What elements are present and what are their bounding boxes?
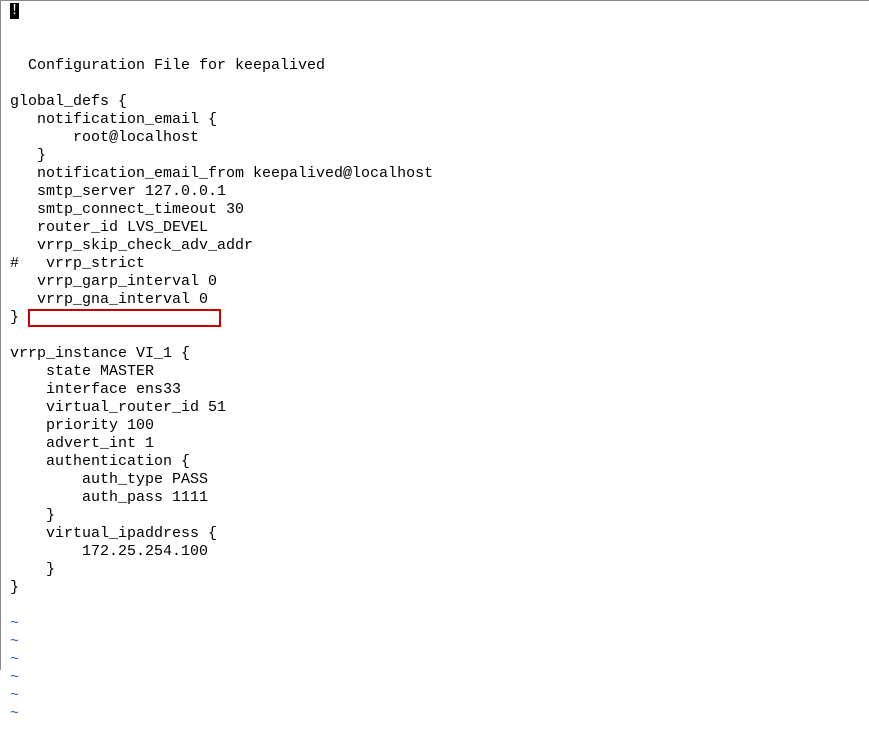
empty-line-tilde: ~: [1, 705, 869, 723]
editor-line: vrrp_garp_interval 0: [1, 273, 869, 291]
cursor: !: [10, 3, 19, 19]
editor-line: [1, 75, 869, 93]
empty-line-tilde: ~: [1, 615, 869, 633]
empty-line-tilde: ~: [1, 633, 869, 651]
editor-line: auth_pass 1111: [1, 489, 869, 507]
editor-line: vrrp_instance VI_1 {: [1, 345, 869, 363]
editor-line: advert_int 1: [1, 435, 869, 453]
text-editor[interactable]: ! Configuration File for keepalived glob…: [1, 1, 869, 741]
editor-line: root@localhost: [1, 129, 869, 147]
editor-line: auth_type PASS: [1, 471, 869, 489]
empty-line-tilde: ~: [1, 687, 869, 705]
editor-line: router_id LVS_DEVEL: [1, 219, 869, 237]
editor-line: virtual_ipaddress {: [1, 525, 869, 543]
editor-line: smtp_connect_timeout 30: [1, 201, 869, 219]
editor-line: Configuration File for keepalived: [1, 57, 869, 75]
editor-line: authentication {: [1, 453, 869, 471]
editor-line: }: [1, 147, 869, 165]
editor-line: vrrp_gna_interval 0: [1, 291, 869, 309]
editor-line: state MASTER: [1, 363, 869, 381]
editor-line: }: [1, 561, 869, 579]
editor-line: notification_email_from keepalived@local…: [1, 165, 869, 183]
editor-line: virtual_router_id 51: [1, 399, 869, 417]
empty-line-tilde: ~: [1, 651, 869, 669]
editor-content: Configuration File for keepalived global…: [1, 57, 869, 723]
editor-line: global_defs {: [1, 93, 869, 111]
editor-line: 172.25.254.100: [1, 543, 869, 561]
editor-line: priority 100: [1, 417, 869, 435]
editor-line: }: [1, 579, 869, 597]
editor-line: }: [1, 507, 869, 525]
editor-line: [1, 327, 869, 345]
empty-line-tilde: ~: [1, 669, 869, 687]
editor-line: [1, 597, 869, 615]
editor-line: # vrrp_strict: [1, 255, 869, 273]
editor-line: notification_email {: [1, 111, 869, 129]
editor-line: }: [1, 309, 869, 327]
editor-line: vrrp_skip_check_adv_addr: [1, 237, 869, 255]
editor-line: interface ens33: [1, 381, 869, 399]
editor-line: smtp_server 127.0.0.1: [1, 183, 869, 201]
